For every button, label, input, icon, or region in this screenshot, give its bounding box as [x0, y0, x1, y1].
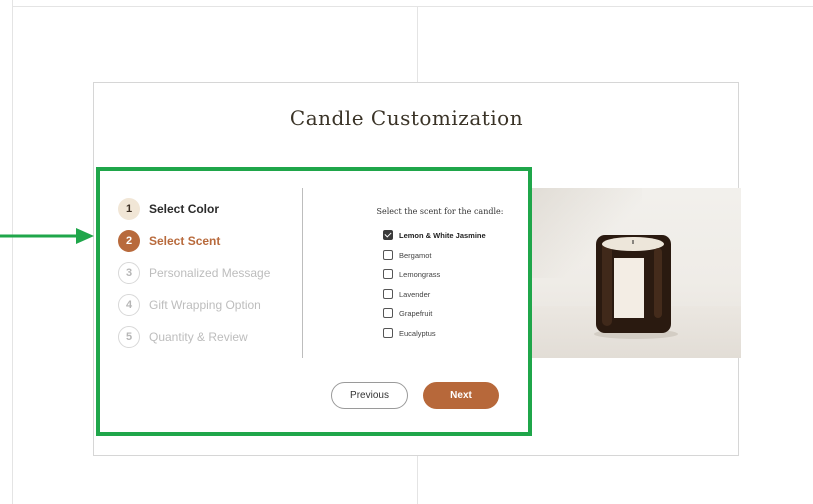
candle-product-image	[532, 188, 741, 358]
scent-option-bergamot[interactable]: Bergamot	[383, 250, 432, 260]
checkbox[interactable]	[383, 250, 393, 260]
scent-option-label: Grapefruit	[399, 308, 433, 318]
step-select-scent[interactable]: 2 Select Scent	[118, 230, 220, 252]
scent-option-label: Eucalyptus	[399, 328, 436, 338]
right-arrow-icon	[0, 228, 94, 244]
checkbox-checked[interactable]	[383, 230, 393, 240]
step-number: 5	[118, 326, 140, 348]
scent-option-lavender[interactable]: Lavender	[383, 289, 430, 299]
scent-option-grapefruit[interactable]: Grapefruit	[383, 308, 432, 318]
step-label: Select Color	[149, 202, 220, 216]
scent-prompt: Select the scent for the candle:	[376, 207, 504, 216]
scent-option-label: Lemon & White Jasmine	[399, 230, 486, 240]
previous-button[interactable]: Previous	[331, 382, 408, 409]
step-number: 1	[118, 198, 140, 220]
page-title: Candle Customization	[289, 106, 524, 130]
step-label: Quantity & Review	[149, 330, 248, 344]
step-number: 3	[118, 262, 140, 284]
scent-option-label: Bergamot	[399, 250, 432, 260]
scent-option-lemon-white-jasmine[interactable]: Lemon & White Jasmine	[383, 230, 486, 240]
checkbox[interactable]	[383, 308, 393, 318]
vertical-divider	[302, 188, 303, 358]
scent-option-label: Lemongrass	[399, 269, 441, 279]
step-label: Select Scent	[149, 234, 221, 248]
next-button[interactable]: Next	[423, 382, 499, 409]
checkbox[interactable]	[383, 289, 393, 299]
scent-option-eucalyptus[interactable]: Eucalyptus	[383, 328, 436, 338]
scent-option-lemongrass[interactable]: Lemongrass	[383, 269, 440, 279]
step-number: 2	[118, 230, 140, 252]
candle-jar-icon	[594, 235, 678, 339]
step-personalized-message[interactable]: 3 Personalized Message	[118, 262, 270, 284]
step-label: Gift Wrapping Option	[149, 298, 261, 312]
page-frame-top	[12, 6, 813, 7]
step-select-color[interactable]: 1 Select Color	[118, 198, 219, 220]
page-frame-left	[12, 0, 13, 504]
step-number: 4	[118, 294, 140, 316]
step-quantity-review[interactable]: 5 Quantity & Review	[118, 326, 248, 348]
step-gift-wrapping-option[interactable]: 4 Gift Wrapping Option	[118, 294, 261, 316]
step-label: Personalized Message	[149, 266, 271, 280]
checkbox[interactable]	[383, 328, 393, 338]
scent-option-label: Lavender	[399, 289, 431, 299]
checkbox[interactable]	[383, 269, 393, 279]
